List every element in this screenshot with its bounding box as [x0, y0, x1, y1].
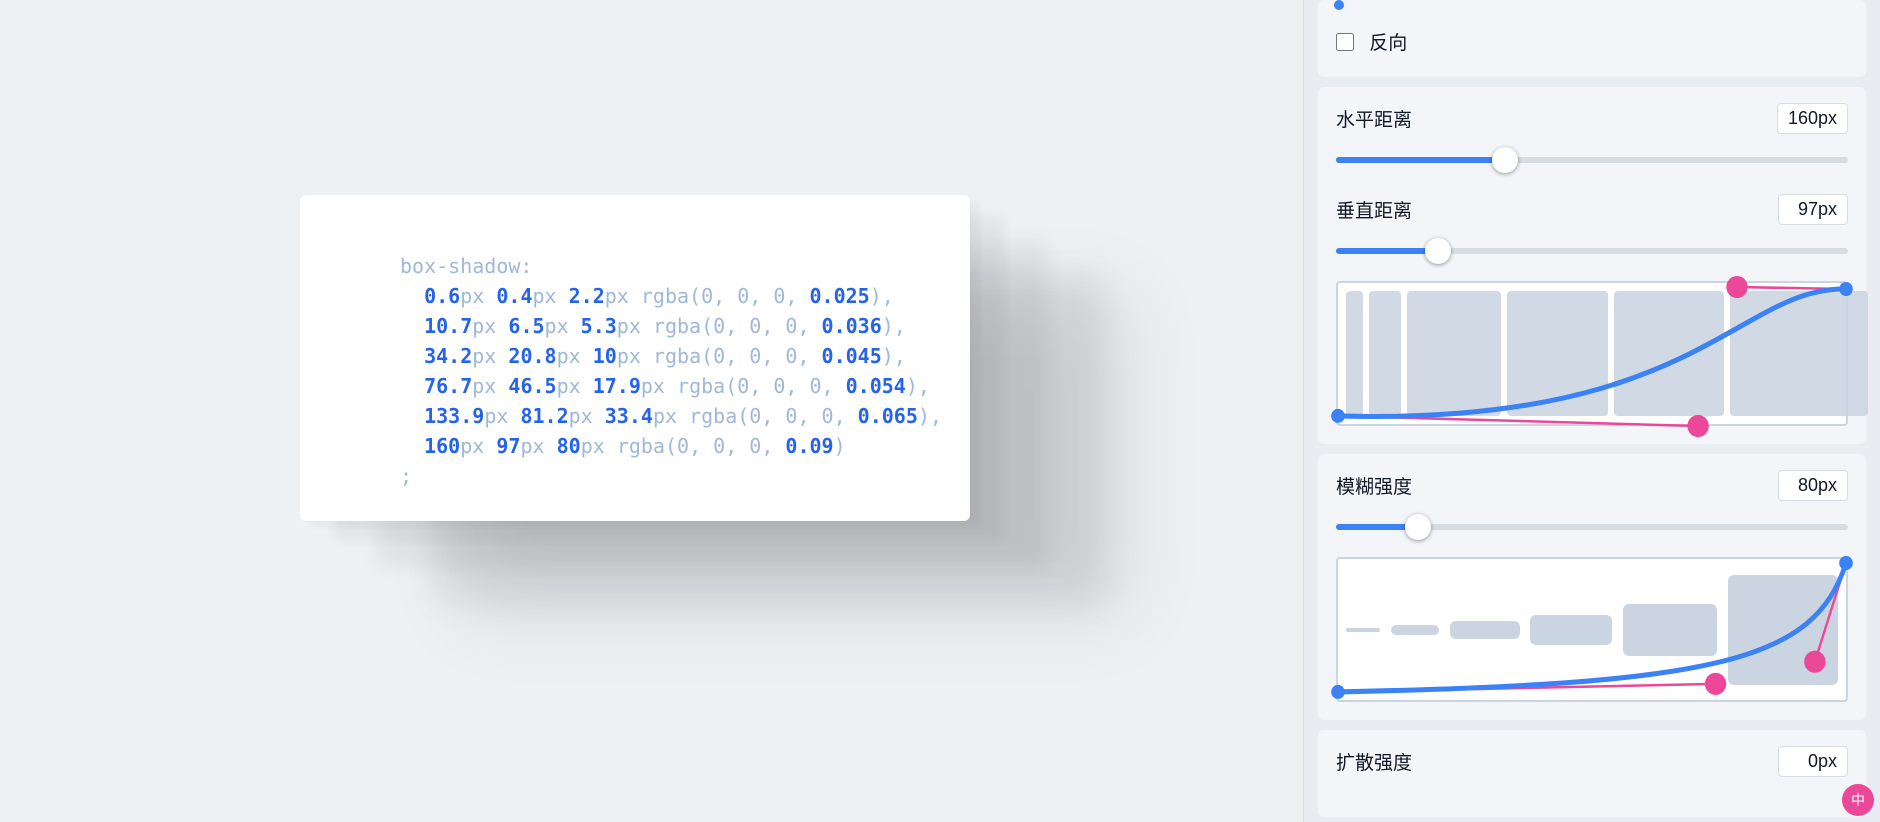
preview-pane: box-shadow: 0.6px 0.4px 2.2px rgba(0, 0,…	[0, 0, 1303, 822]
vdist-value[interactable]: 97px	[1778, 194, 1848, 225]
panel-spread: 扩散强度 0px	[1318, 730, 1866, 817]
controls-sidebar: 反向 水平距离 160px 垂直距离 97px 模糊强度 80px	[1303, 0, 1880, 822]
hdist-slider[interactable]	[1336, 148, 1848, 172]
spread-value[interactable]: 0px	[1778, 746, 1848, 777]
spread-label: 扩散强度	[1336, 748, 1412, 775]
reverse-label: 反向	[1369, 33, 1407, 54]
css-code-block[interactable]: box-shadow: 0.6px 0.4px 2.2px rgba(0, 0,…	[400, 251, 930, 491]
distance-curve-editor[interactable]	[1336, 281, 1848, 426]
hdist-value[interactable]: 160px	[1777, 103, 1848, 134]
panel-reverse: 反向	[1318, 0, 1866, 77]
blur-label: 模糊强度	[1336, 472, 1412, 499]
blur-value[interactable]: 80px	[1778, 470, 1848, 501]
reverse-checkbox[interactable]	[1336, 33, 1354, 51]
vdist-slider[interactable]	[1336, 239, 1848, 263]
blur-curve-editor[interactable]	[1336, 557, 1848, 702]
reverse-checkbox-row[interactable]: 反向	[1336, 28, 1848, 55]
ime-indicator[interactable]: 中	[1842, 784, 1874, 816]
ime-indicator-text: 中	[1851, 790, 1865, 810]
hdist-label: 水平距离	[1336, 105, 1412, 132]
panel-distance: 水平距离 160px 垂直距离 97px	[1318, 87, 1866, 444]
panel-blur: 模糊强度 80px	[1318, 454, 1866, 720]
vdist-label: 垂直距离	[1336, 196, 1412, 223]
blur-slider[interactable]	[1336, 515, 1848, 539]
shadow-preview-card: box-shadow: 0.6px 0.4px 2.2px rgba(0, 0,…	[300, 195, 970, 521]
